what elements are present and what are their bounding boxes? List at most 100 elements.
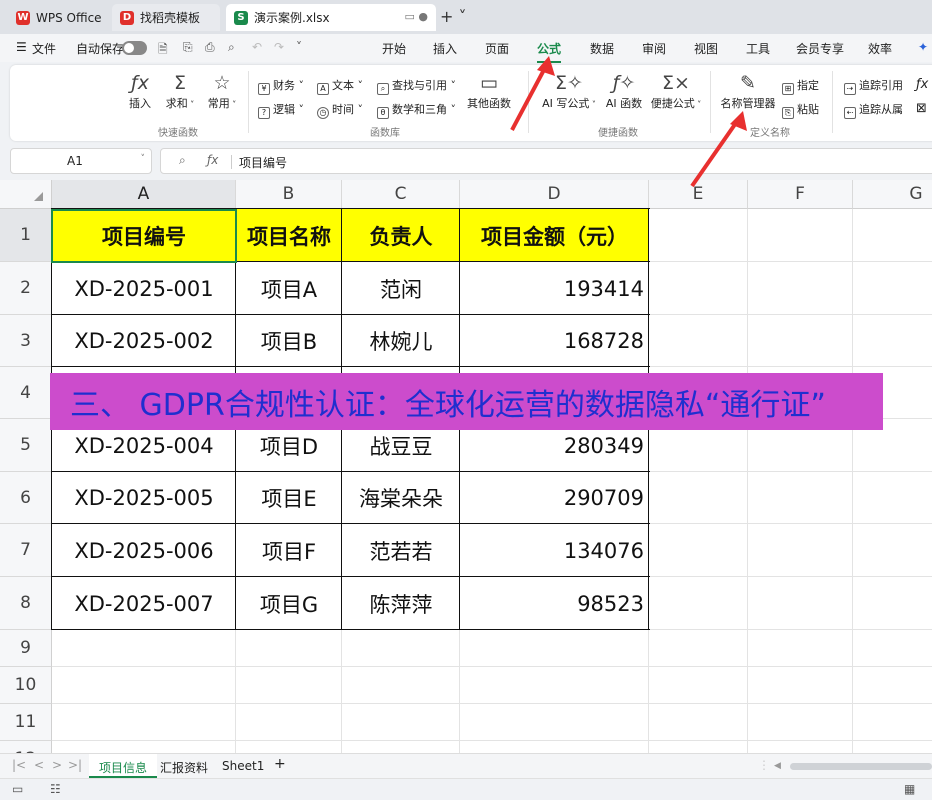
table-cell[interactable]: 海棠朵朵 xyxy=(342,472,460,524)
row-header-3[interactable]: 3 xyxy=(0,315,52,367)
tab-demo-xlsx[interactable]: S 演示案例.xlsx ▭ ● xyxy=(226,4,436,31)
table-cell[interactable]: 193414 xyxy=(460,262,649,315)
tab-review[interactable]: 审阅 xyxy=(642,40,666,57)
header-cell[interactable]: 项目名称 xyxy=(236,209,342,262)
row-header-5[interactable]: 5 xyxy=(0,419,52,472)
quick-access-more-icon[interactable]: ˅ xyxy=(296,40,302,54)
header-cell[interactable]: 负责人 xyxy=(342,209,460,262)
tab-window-controls[interactable]: ▭ ● xyxy=(405,10,429,23)
sidebar-toggle-icon[interactable]: ▭ xyxy=(12,782,23,796)
row-header-11[interactable]: 11 xyxy=(0,704,52,741)
table-cell[interactable]: XD-2025-005 xyxy=(52,472,236,524)
name-manager-button[interactable]: ✎ 名称管理器 xyxy=(718,71,778,111)
export-icon[interactable]: ⎘ xyxy=(183,40,193,55)
name-box[interactable]: A1 ˅ xyxy=(10,148,152,174)
spreadsheet-grid[interactable]: ABCDEFG123456789101112项目编号项目名称负责人项目金额（元）… xyxy=(0,180,932,753)
row-header-7[interactable]: 7 xyxy=(0,524,52,577)
table-cell[interactable]: XD-2025-002 xyxy=(52,315,236,367)
table-cell[interactable]: 290709 xyxy=(460,472,649,524)
define-name-button[interactable]: ⊞ 指定 xyxy=(782,77,819,95)
table-cell[interactable]: 项目G xyxy=(236,577,342,630)
table-cell[interactable]: 项目F xyxy=(236,524,342,577)
undo-icon[interactable]: ↶ xyxy=(252,40,262,54)
sheet-tab-project-info[interactable]: 项目信息 xyxy=(89,754,158,778)
chevron-down-icon[interactable]: ˅ xyxy=(141,154,146,164)
lookup-button[interactable]: ⌕ 查找与引用 ˅ xyxy=(377,77,456,95)
logical-button[interactable]: ? 逻辑 ˅ xyxy=(258,101,304,119)
tab-efficiency[interactable]: 效率 xyxy=(868,40,892,57)
column-header-a[interactable]: A xyxy=(52,180,236,209)
search-icon[interactable]: ⌕ xyxy=(179,153,186,168)
table-cell[interactable]: 林婉儿 xyxy=(342,315,460,367)
table-cell[interactable]: 项目E xyxy=(236,472,342,524)
column-header-b[interactable]: B xyxy=(236,180,342,209)
header-cell[interactable]: 项目金额（元） xyxy=(460,209,649,262)
scroll-left-icon[interactable]: ◀ xyxy=(774,761,781,771)
print-preview-icon[interactable]: ⌕ xyxy=(228,40,235,55)
table-cell[interactable]: 134076 xyxy=(460,524,649,577)
next-sheet-icon[interactable]: > xyxy=(52,758,62,772)
table-cell[interactable]: 98523 xyxy=(460,577,649,630)
trace-precedents-button[interactable]: ⇢ 追踪引用 xyxy=(844,77,903,95)
first-sheet-icon[interactable]: |< xyxy=(12,758,26,772)
row-header-6[interactable]: 6 xyxy=(0,472,52,524)
financial-button[interactable]: ¥ 财务 ˅ xyxy=(258,77,304,95)
paste-name-button[interactable]: ⎘ 粘贴 xyxy=(782,101,819,119)
table-cell[interactable]: 范若若 xyxy=(342,524,460,577)
fx-icon[interactable]: ƒx xyxy=(207,153,218,167)
row-header-4[interactable]: 4 xyxy=(0,367,52,419)
file-menu[interactable]: 文件 xyxy=(32,40,56,57)
insert-function-button[interactable]: ƒx 插入 xyxy=(122,71,158,111)
add-sheet-icon[interactable]: + xyxy=(264,754,296,778)
autosum-button[interactable]: Σ 求和 ˅ xyxy=(160,71,200,111)
error-check-icon[interactable]: ⊠ xyxy=(916,101,927,116)
table-cell[interactable]: 168728 xyxy=(460,315,649,367)
tab-page[interactable]: 页面 xyxy=(485,40,509,57)
common-functions-button[interactable]: ☆ 常用 ˅ xyxy=(200,71,244,111)
table-cell[interactable]: XD-2025-001 xyxy=(52,262,236,315)
row-header-1[interactable]: 1 xyxy=(0,209,52,262)
table-cell[interactable]: XD-2025-006 xyxy=(52,524,236,577)
quick-formula-button[interactable]: Σ× 便捷公式 ˅ xyxy=(648,71,704,111)
table-cell[interactable]: 项目A xyxy=(236,262,342,315)
ribbon-extra-icon[interactable]: ✦ xyxy=(918,40,928,54)
column-header-f[interactable]: F xyxy=(748,180,853,209)
column-header-c[interactable]: C xyxy=(342,180,460,209)
table-cell[interactable]: 范闲 xyxy=(342,262,460,315)
text-functions-button[interactable]: A 文本 ˅ xyxy=(317,77,363,95)
tab-tools[interactable]: 工具 xyxy=(746,40,770,57)
tab-wps-office[interactable]: W WPS Office xyxy=(8,4,108,31)
column-header-d[interactable]: D xyxy=(460,180,649,209)
view-mode-icon[interactable]: ▦ xyxy=(904,782,915,796)
ai-write-formula-button[interactable]: Σ✧ AI 写公式 ˅ xyxy=(540,71,598,111)
other-functions-button[interactable]: ▭ 其他函数 xyxy=(462,71,516,111)
table-cell[interactable]: 项目B xyxy=(236,315,342,367)
autosave-toggle[interactable] xyxy=(122,41,147,55)
prev-sheet-icon[interactable]: < xyxy=(34,758,44,772)
tab-data[interactable]: 数据 xyxy=(590,40,614,57)
row-header-12[interactable]: 12 xyxy=(0,741,52,753)
new-tab-icon[interactable]: + ˅ xyxy=(440,7,467,26)
hamburger-menu-icon[interactable]: ☰ xyxy=(16,40,27,54)
table-cell[interactable]: XD-2025-007 xyxy=(52,577,236,630)
tab-formula[interactable]: 公式 xyxy=(537,40,562,63)
math-button[interactable]: θ 数学和三角 ˅ xyxy=(377,101,456,119)
column-header-e[interactable]: E xyxy=(649,180,748,209)
row-header-9[interactable]: 9 xyxy=(0,630,52,667)
save-icon[interactable]: 🗎 xyxy=(158,40,168,61)
tab-start[interactable]: 开始 xyxy=(382,40,406,57)
tab-docer[interactable]: D 找稻壳模板 xyxy=(112,4,220,31)
trace-dependents-button[interactable]: ⇠ 追踪从属 xyxy=(844,101,903,119)
row-header-2[interactable]: 2 xyxy=(0,262,52,315)
tab-insert[interactable]: 插入 xyxy=(433,40,457,57)
show-formula-icon[interactable]: ƒx xyxy=(916,77,928,92)
print-icon[interactable]: ⎙ xyxy=(205,40,215,55)
tab-member[interactable]: 会员专享 xyxy=(796,40,844,57)
last-sheet-icon[interactable]: >| xyxy=(68,758,82,772)
row-header-8[interactable]: 8 xyxy=(0,577,52,630)
tab-view[interactable]: 视图 xyxy=(694,40,718,57)
column-header-g[interactable]: G xyxy=(853,180,932,209)
time-button[interactable]: ◷ 时间 ˅ xyxy=(317,101,363,119)
macro-icon[interactable]: ☷ xyxy=(50,782,61,796)
table-cell[interactable]: 陈萍萍 xyxy=(342,577,460,630)
